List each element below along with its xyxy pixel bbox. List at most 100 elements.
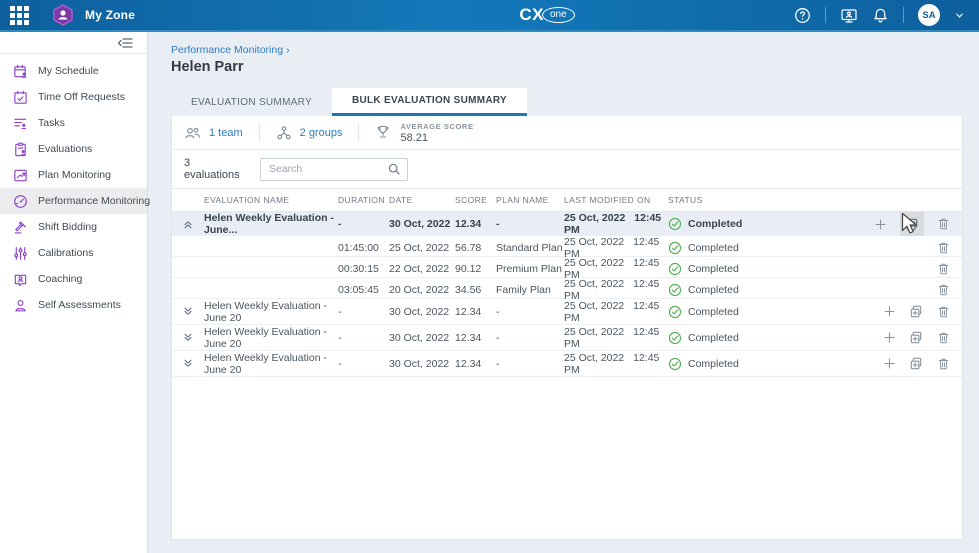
sidebar-item-label: Performance Monitoring (38, 195, 150, 207)
evaluation-name: Helen Weekly Evaluation - June... (204, 212, 338, 236)
team-icon (184, 125, 201, 141)
score: 34.56 (455, 284, 496, 296)
completed-check-icon (668, 331, 682, 345)
table-row[interactable]: Helen Weekly Evaluation - June 20 - 30 O… (172, 325, 962, 351)
sidebar-item-my-schedule[interactable]: My Schedule (0, 58, 147, 84)
duration: - (338, 332, 389, 344)
delete-evaluation-icon[interactable] (937, 217, 950, 231)
divider (358, 124, 359, 141)
score: 12.34 (455, 306, 496, 318)
sidebar-item-evaluations[interactable]: Evaluations (0, 136, 147, 162)
sidebar-nav: My Schedule Time Off Requests Tasks Eval… (0, 54, 147, 318)
table-row[interactable]: 00:30:15 22 Oct, 2022 90.12 Premium Plan… (172, 257, 962, 278)
sidebar-item-time-off-requests[interactable]: Time Off Requests (0, 84, 147, 110)
date: 25 Oct, 2022 (389, 242, 455, 254)
plan-name: Family Plan (496, 284, 564, 296)
status-badge: Completed (668, 331, 852, 345)
help-icon[interactable] (794, 7, 811, 24)
duration: - (338, 218, 389, 230)
duration: 00:30:15 (338, 263, 389, 275)
app-launcher-icon[interactable] (10, 6, 29, 25)
search-box (260, 158, 408, 181)
search-icon[interactable] (387, 162, 401, 176)
sidebar-item-performance-monitoring[interactable]: Performance Monitoring (0, 188, 147, 214)
notifications-bell-icon[interactable] (872, 7, 889, 24)
date: 20 Oct, 2022 (389, 284, 455, 296)
tab-bulk-evaluation-summary[interactable]: BULK EVALUATION SUMMARY (332, 88, 527, 116)
plan-name: - (496, 218, 564, 230)
user-avatar[interactable]: SA (918, 4, 940, 26)
add-evaluation-icon[interactable] (883, 357, 896, 370)
sidebar-item-label: Evaluations (38, 143, 92, 155)
table-row[interactable]: Helen Weekly Evaluation - June 20 - 30 O… (172, 351, 962, 377)
collapse-row-icon[interactable] (172, 218, 204, 230)
row-actions (852, 304, 962, 319)
evaluation-name: Helen Weekly Evaluation - June 20 (204, 326, 338, 350)
score: 56.78 (455, 242, 496, 254)
evaluation-name: Helen Weekly Evaluation - June 20 (204, 352, 338, 376)
sidebar-collapse-toggle[interactable] (0, 32, 147, 54)
copy-evaluation-icon[interactable] (909, 356, 924, 371)
plan-monitoring-icon (13, 168, 28, 183)
plan-name: - (496, 306, 564, 318)
sidebar-item-self-assessments[interactable]: Self Assessments (0, 292, 147, 318)
breadcrumb-separator: › (286, 44, 290, 56)
score: 12.34 (455, 358, 496, 370)
sidebar-item-calibrations[interactable]: Calibrations (0, 240, 147, 266)
expand-row-icon[interactable] (172, 306, 204, 318)
main-area: Performance Monitoring› Helen Parr EVALU… (149, 32, 979, 553)
duration: 01:45:00 (338, 242, 389, 254)
delete-evaluation-icon[interactable] (937, 262, 950, 276)
last-modified: 25 Oct, 202212:45 PM (564, 326, 668, 350)
delete-evaluation-icon[interactable] (937, 331, 950, 345)
status-label: Completed (688, 284, 739, 296)
table-row[interactable]: Helen Weekly Evaluation - June... - 30 O… (172, 212, 962, 236)
search-input[interactable] (260, 158, 408, 181)
tab-evaluation-summary[interactable]: EVALUATION SUMMARY (171, 88, 332, 116)
add-evaluation-icon[interactable] (883, 305, 896, 318)
coaching-icon (13, 272, 28, 287)
sidebar-item-plan-monitoring[interactable]: Plan Monitoring (0, 162, 147, 188)
team-count-label: 1 team (209, 127, 243, 139)
sidebar-item-label: Self Assessments (38, 299, 121, 311)
groups-link[interactable]: 2 groups (276, 125, 343, 141)
status-label: Completed (688, 332, 739, 344)
expand-row-icon[interactable] (172, 358, 204, 370)
table-row[interactable]: 03:05:45 20 Oct, 2022 34.56 Family Plan … (172, 278, 962, 299)
breadcrumb-link[interactable]: Performance Monitoring (171, 44, 283, 56)
add-evaluation-icon[interactable] (874, 218, 887, 231)
copy-evaluation-icon[interactable] (900, 212, 924, 236)
row-actions (852, 262, 962, 276)
delete-evaluation-icon[interactable] (937, 357, 950, 371)
launch-monitor-icon[interactable] (840, 7, 858, 24)
summary-bar: 1 team 2 groups AVERAGE SCORE 58.21 (172, 116, 962, 150)
date: 30 Oct, 2022 (389, 332, 455, 344)
date: 30 Oct, 2022 (389, 306, 455, 318)
table-row[interactable]: 01:45:00 25 Oct, 2022 56.78 Standard Pla… (172, 236, 962, 257)
copy-evaluation-icon[interactable] (909, 330, 924, 345)
last-modified: 25 Oct, 202212:45 PM (564, 278, 668, 302)
expand-row-icon[interactable] (172, 332, 204, 344)
groups-icon (276, 125, 292, 141)
team-link[interactable]: 1 team (184, 125, 243, 141)
col-date: DATE (389, 195, 455, 205)
last-modified: 25 Oct, 202212:45 PM (564, 212, 668, 236)
evaluation-name: Helen Weekly Evaluation - June 20 (204, 300, 338, 324)
my-zone-logo-icon (51, 3, 75, 27)
delete-evaluation-icon[interactable] (937, 241, 950, 255)
sidebar-item-coaching[interactable]: Coaching (0, 266, 147, 292)
delete-evaluation-icon[interactable] (937, 305, 950, 319)
breadcrumb[interactable]: Performance Monitoring› (171, 44, 963, 56)
copy-evaluation-icon[interactable] (909, 304, 924, 319)
sidebar-item-tasks[interactable]: Tasks (0, 110, 147, 136)
evaluations-count: 3 evaluations (184, 157, 248, 181)
app-title: My Zone (85, 8, 135, 22)
time-off-icon (13, 90, 28, 105)
status-label: Completed (688, 358, 739, 370)
sidebar-item-shift-bidding[interactable]: Shift Bidding (0, 214, 147, 240)
add-evaluation-icon[interactable] (883, 331, 896, 344)
table-row[interactable]: Helen Weekly Evaluation - June 20 - 30 O… (172, 299, 962, 325)
user-menu-chevron-icon[interactable] (954, 10, 965, 21)
delete-evaluation-icon[interactable] (937, 283, 950, 297)
col-duration: DURATION (338, 195, 389, 205)
